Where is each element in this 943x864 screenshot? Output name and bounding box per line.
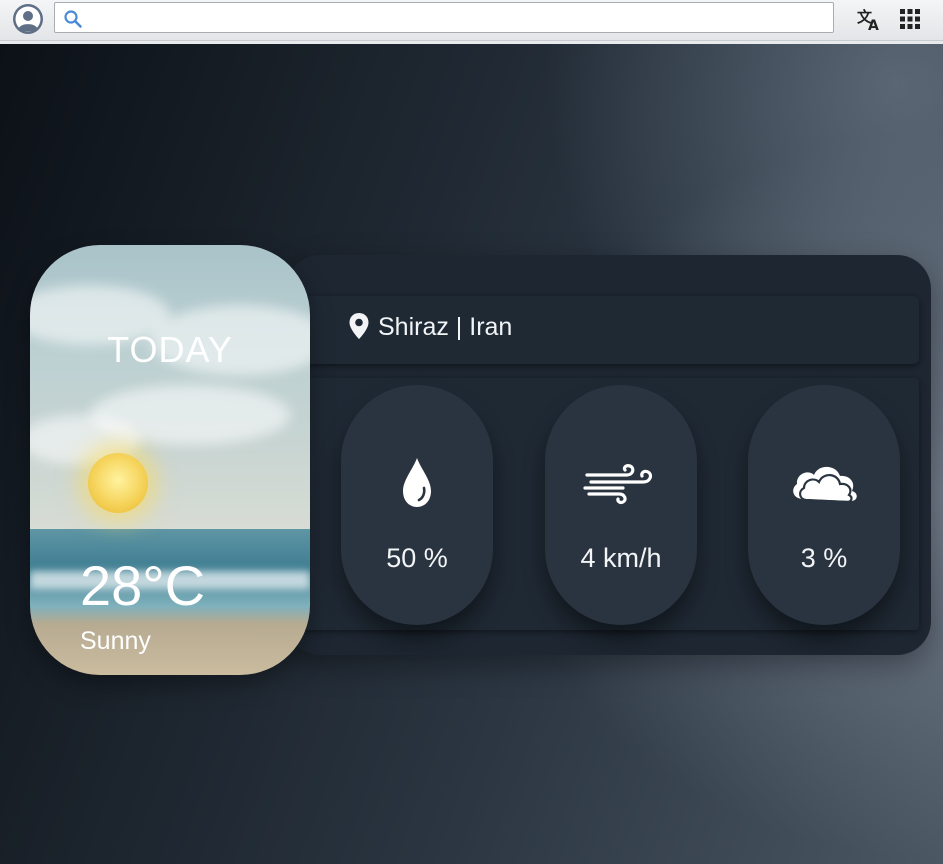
humidity-value: 50 % xyxy=(386,543,448,573)
sun-icon xyxy=(88,453,148,513)
browser-toolbar: 文 A xyxy=(0,0,943,41)
address-bar[interactable] xyxy=(54,2,834,33)
location-label: Shiraz | Iran xyxy=(378,313,513,341)
search-input[interactable] xyxy=(87,6,831,31)
weather-page: Shiraz | Iran 50 % 4 km/h 3 % TODAY 28°C… xyxy=(0,44,943,864)
cloud-value: 3 % xyxy=(800,543,848,573)
svg-text:A: A xyxy=(868,18,879,31)
stats-area: 50 % 4 km/h 3 % xyxy=(304,378,919,630)
translate-icon[interactable]: 文 A xyxy=(856,7,882,34)
cloud-card: 3 % xyxy=(748,385,900,625)
today-card: TODAY 28°C Sunny xyxy=(30,245,310,675)
humidity-card: 50 % xyxy=(341,385,493,625)
weather-info-panel: Shiraz | Iran 50 % 4 km/h 3 % xyxy=(286,255,931,655)
wind-card: 4 km/h xyxy=(545,385,697,625)
apps-grid-icon[interactable] xyxy=(899,8,921,30)
location-bar: Shiraz | Iran xyxy=(304,296,919,364)
condition-label: Sunny xyxy=(80,627,151,655)
today-label: TODAY xyxy=(107,329,233,370)
temperature-value: 28°C xyxy=(80,554,206,617)
search-icon xyxy=(63,9,83,29)
wind-icon xyxy=(583,455,659,511)
cloud-icon xyxy=(786,455,862,511)
user-avatar-icon[interactable] xyxy=(12,3,44,35)
wind-value: 4 km/h xyxy=(580,543,662,573)
humidity-drop-icon xyxy=(379,455,455,511)
location-pin-icon xyxy=(348,312,370,340)
